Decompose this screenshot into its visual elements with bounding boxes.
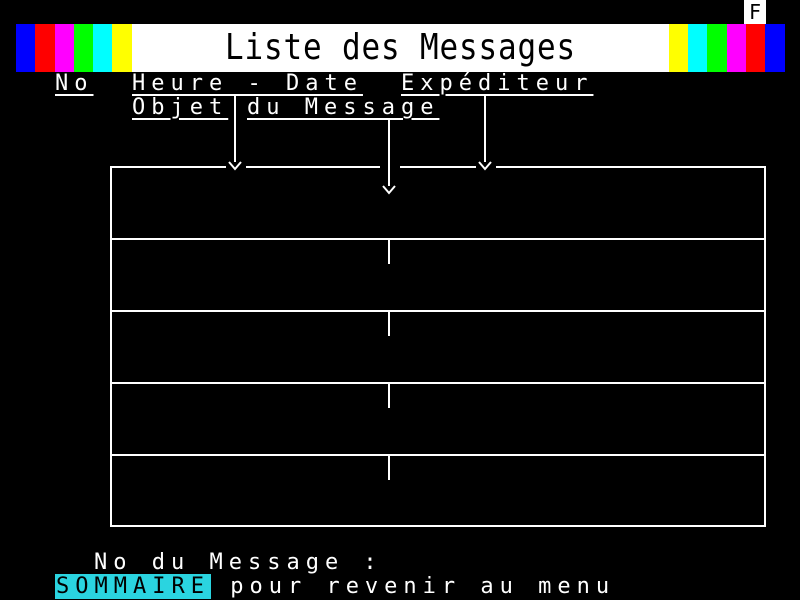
color-stripe [112, 24, 132, 72]
color-stripe [688, 24, 708, 72]
arrow-down-icon [478, 156, 492, 171]
title-banner: Liste des Messages Reçus [16, 24, 785, 116]
row-separator [110, 238, 766, 240]
header-no: No [55, 71, 94, 96]
table-bottom-border [110, 525, 766, 527]
message-number-prompt: No du Message : [94, 550, 383, 575]
color-stripe [745, 24, 766, 72]
table-right-border [764, 166, 766, 527]
sommaire-hint: SOMMAIRE pour revenir au menu [55, 574, 616, 599]
color-stripe [73, 24, 94, 72]
arrow-shaft-objet [388, 118, 390, 186]
minitel-screen: F Liste des Messages Reçus No Heure - Da… [16, 0, 785, 600]
header-objet: Objet [132, 95, 229, 120]
color-stripe [765, 24, 785, 72]
sommaire-key[interactable]: SOMMAIRE [55, 574, 211, 599]
color-stripe [726, 24, 746, 72]
row-separator [110, 310, 766, 312]
header-du-message: du Message [247, 95, 440, 120]
table-top-border [496, 166, 766, 168]
header-expediteur: Expéditeur [401, 71, 594, 96]
header-heure-date: Heure - Date [132, 71, 363, 96]
arrow-shaft-expediteur [484, 96, 486, 162]
table-top-border [246, 166, 380, 168]
color-stripe [668, 24, 689, 72]
row-separator [110, 382, 766, 384]
color-stripe [35, 24, 55, 72]
table-top-border [110, 166, 226, 168]
color-stripe [93, 24, 113, 72]
page-title-box: Liste des Messages Reçus [131, 24, 669, 116]
arrow-down-icon [228, 156, 242, 171]
arrow-down-icon [382, 180, 396, 195]
sommaire-text: pour revenir au menu [230, 574, 616, 599]
header-separator [234, 96, 236, 120]
function-indicator: F [744, 0, 766, 24]
table-top-border [400, 166, 476, 168]
row-center-tick [388, 312, 390, 336]
color-stripe [707, 24, 727, 72]
table-left-border [110, 166, 112, 527]
row-center-tick [388, 456, 390, 480]
row-center-tick [388, 240, 390, 264]
color-stripe [16, 24, 36, 72]
color-stripe [54, 24, 74, 72]
row-center-tick [388, 384, 390, 408]
row-separator [110, 454, 766, 456]
